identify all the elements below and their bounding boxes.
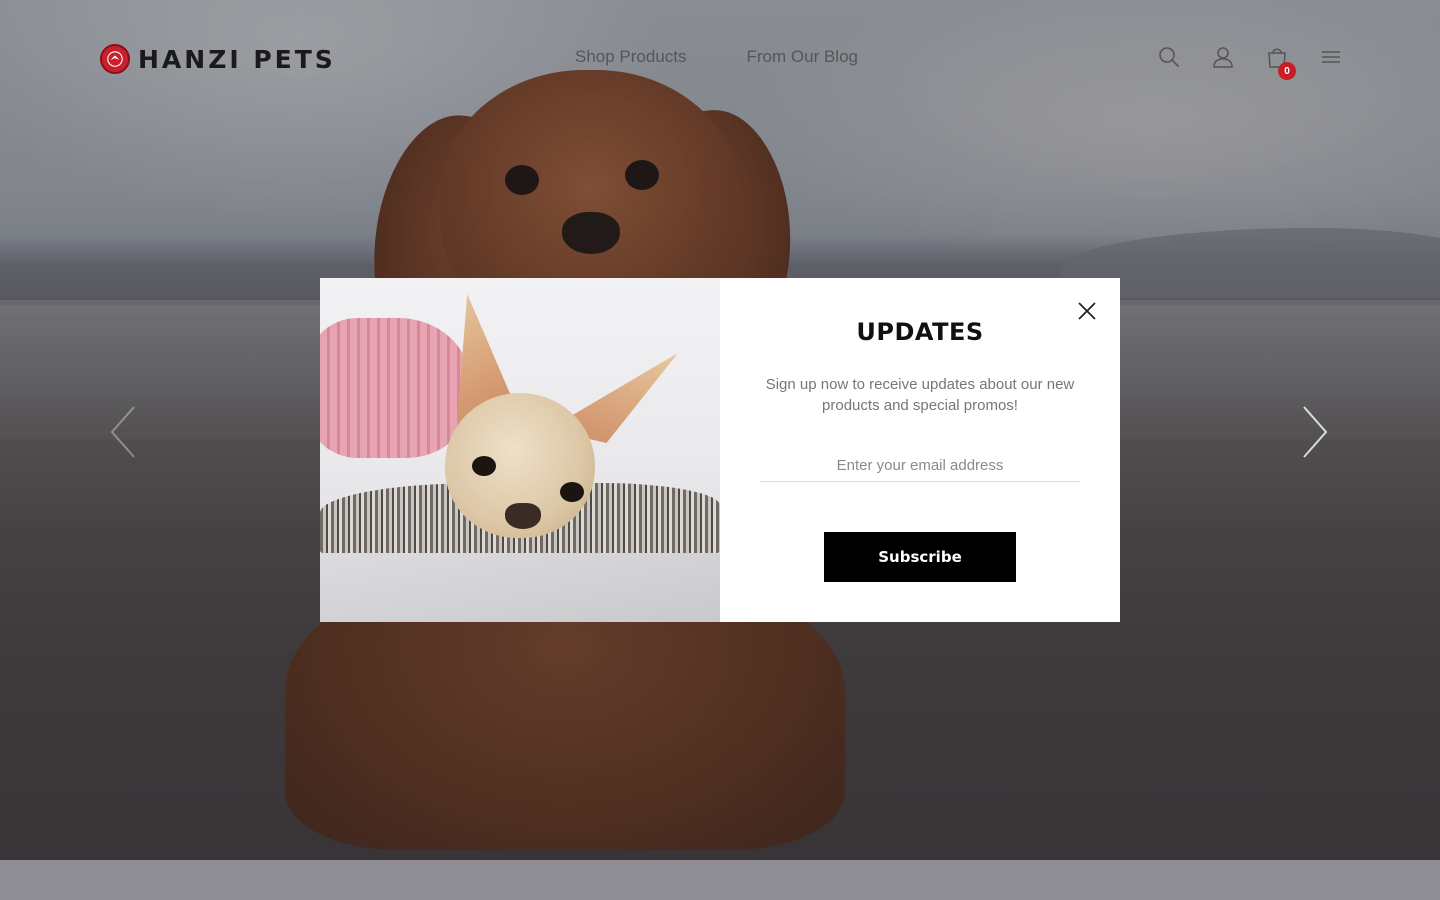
close-icon [1078,302,1096,320]
footer-strip [0,860,1440,900]
search-button[interactable] [1156,42,1182,72]
cart-button[interactable]: 0 [1264,42,1296,80]
search-icon [1159,47,1179,67]
menu-button[interactable] [1318,42,1344,72]
image-floor [320,553,720,622]
slider-next-button[interactable] [1300,405,1330,459]
image-sweater [320,318,470,458]
subscribe-button[interactable]: Subscribe [824,532,1016,582]
popup-chihuahua-image [320,278,720,622]
image-chihuahua-eye-right [560,482,584,502]
header-actions: 0 [1156,42,1344,80]
popup-close-button[interactable] [1076,300,1098,322]
logo-emblem-icon [100,44,130,74]
image-chihuahua-eye-left [472,456,496,476]
nav-item-from-our-blog[interactable]: From Our Blog [747,47,858,67]
newsletter-popup: UPDATES Sign up now to receive updates a… [320,278,1120,622]
chevron-left-icon [110,406,135,458]
user-icon [1213,47,1233,68]
slider-prev-button[interactable] [108,405,138,459]
account-button[interactable] [1210,42,1236,72]
logo-bird-icon [107,51,123,67]
popup-content: UPDATES Sign up now to receive updates a… [720,278,1120,622]
popup-description: Sign up now to receive updates about our… [765,376,1075,414]
main-nav: Shop Products From Our Blog [575,47,858,67]
hamburger-menu-icon [1322,51,1340,63]
nav-item-shop-products[interactable]: Shop Products [575,47,687,67]
popup-title: UPDATES [856,318,984,346]
site-logo[interactable]: HANZI PETS [100,44,336,74]
image-chihuahua-nose [505,503,541,529]
chevron-right-icon [1303,406,1328,458]
logo-text: HANZI PETS [138,44,336,74]
email-field[interactable] [760,450,1080,482]
cart-count-badge: 0 [1278,62,1296,80]
